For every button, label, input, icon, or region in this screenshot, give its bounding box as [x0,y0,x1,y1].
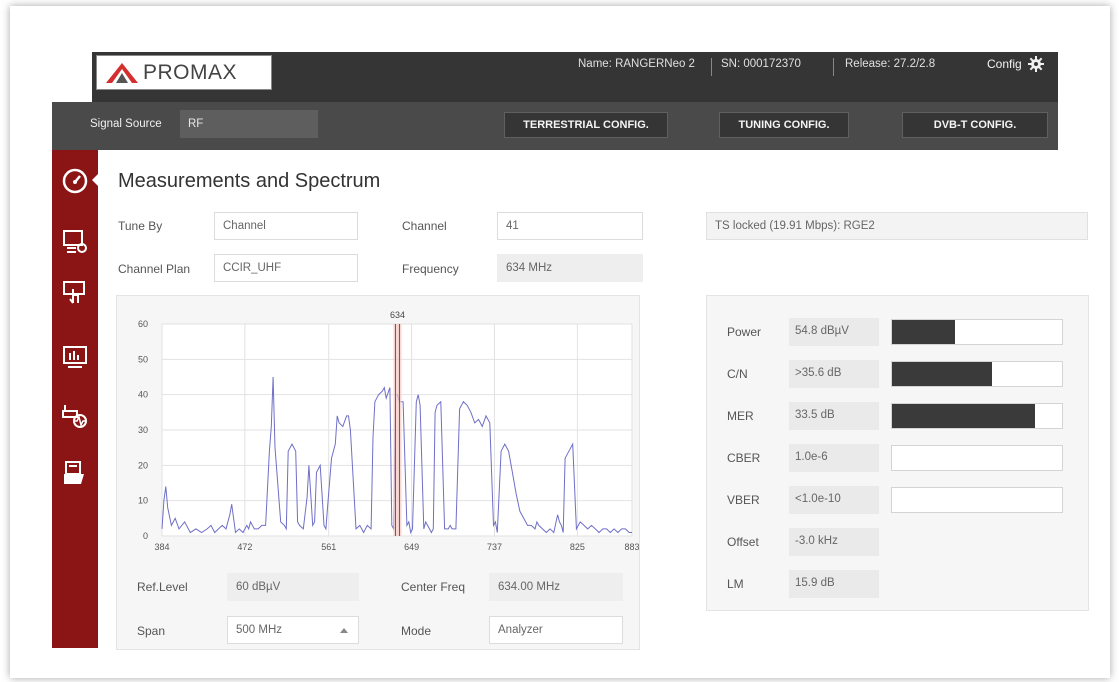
measurement-level-bar [891,403,1063,429]
signal-source-select[interactable]: RF [180,110,318,138]
config-button[interactable]: Config [987,56,1044,72]
x-tick-label: 649 [404,542,419,552]
span-value: 500 MHz [236,624,283,636]
span-select[interactable]: 500 MHz [227,616,359,644]
y-tick-label: 30 [138,425,148,435]
dvbt-config-button[interactable]: DVB-T CONFIG. [902,112,1048,138]
ts-status: TS locked (19.91 Mbps): RGE2 [706,212,1088,240]
promax-logo: PROMAX [96,55,272,90]
measurement-label: MER [727,409,754,423]
y-tick-label: 40 [138,390,148,400]
gauge-icon [62,168,88,194]
signal-wave-icon [62,405,87,428]
x-tick-label: 472 [237,542,252,552]
x-tick-label: 561 [321,542,336,552]
monitor-chart-icon [63,346,87,368]
settings-screen-icon [63,230,87,253]
sidebar-item-files[interactable] [52,456,98,490]
y-tick-label: 0 [143,531,148,541]
center-freq-label: Center Freq [401,580,466,594]
channel-input[interactable]: 41 [497,212,643,240]
promax-logo-icon [106,62,138,83]
measurement-label: LM [727,577,744,591]
measurement-label: VBER [727,493,760,507]
channel-plan-select[interactable]: CCIR_UHF [214,254,358,282]
measurement-value: <1.0e-10 [789,486,879,514]
folder-icon [64,461,84,484]
brand-name: PROMAX [143,60,238,84]
spectrum-panel: 0 10 20 30 40 50 60 384 472 561 649 737 825 883 634 Re… [116,295,640,650]
signal-source-label: Signal Source [90,118,162,130]
tune-by-label: Tune By [118,219,163,233]
span-label: Span [137,624,166,638]
measurement-value: 1.0e-6 [789,444,879,472]
x-tick-label: 384 [154,542,169,552]
gear-icon [1027,56,1044,72]
measurement-level-bar [891,445,1063,471]
config-label: Config [987,57,1022,71]
spectrum-chart[interactable]: 0 10 20 30 40 50 60 384 472 561 649 737 825 883 634 [117,296,641,566]
measurement-value: 33.5 dB [789,402,879,430]
measurement-value: -3.0 kHz [789,528,879,556]
marker-label: 634 [390,310,405,320]
measurement-label: Offset [727,535,759,549]
frequency-label: Frequency [402,262,459,276]
measurement-label: CBER [727,451,761,465]
y-tick-label: 50 [138,354,148,364]
measurement-level-bar [891,319,1063,345]
measurement-value: 15.9 dB [789,570,879,598]
channel-label: Channel [402,219,447,233]
release-version: Release: 27.2/2.8 [845,58,936,70]
top-bar: PROMAX Name: RANGERNeo 2 SN: 000172370 R… [92,52,1058,102]
page-title: Measurements and Spectrum [118,170,381,192]
terrestrial-config-button[interactable]: TERRESTRIAL CONFIG. [504,112,668,138]
x-tick-label: 737 [487,542,502,552]
sidebar-item-monitor[interactable] [52,340,98,374]
signal-source-bar: Signal Source RF TERRESTRIAL CONFIG. TUN… [52,102,1058,150]
sidebar-item-signal[interactable] [52,398,98,432]
measurement-level-fill [892,362,993,386]
measurement-level-fill [892,404,1035,428]
measurement-value: 54.8 dBµV [789,318,879,346]
tune-by-select[interactable]: Channel [214,212,358,240]
measurement-level-bar [891,361,1063,387]
y-tick-label: 60 [138,319,148,329]
active-indicator-arrow [92,172,100,188]
divider [711,58,712,76]
x-tick-label: 883 [624,542,639,552]
measurement-level-bar [891,487,1063,513]
measurements-panel: Power 54.8 dBµV C/N >35.6 dB MER 33.5 dB CBER 1… [706,295,1089,611]
channel-plan-label: Channel Plan [118,262,191,276]
sidebar [52,150,98,648]
frequency-value: 634 MHz [497,254,643,282]
hand-touch-icon [63,281,85,304]
device-name: Name: RANGERNeo 2 [578,58,695,70]
sidebar-item-touch[interactable] [52,276,98,310]
divider [833,58,834,76]
serial-number: SN: 000172370 [721,58,801,70]
mode-label: Mode [401,624,432,638]
center-freq-value[interactable]: 634.00 MHz [489,573,623,601]
measurement-value: >35.6 dB [789,360,879,388]
channel-marker-band [393,324,402,536]
x-tick-label: 825 [570,542,585,552]
mode-select[interactable]: Analyzer [489,616,623,644]
measurement-label: Power [727,325,762,339]
sidebar-item-settings[interactable] [52,224,98,258]
measurement-label: C/N [727,367,748,381]
measurement-level-fill [892,320,955,344]
ref-level-value[interactable]: 60 dBµV [227,573,359,601]
caret-up-icon [340,628,348,633]
y-tick-label: 10 [138,496,148,506]
tuning-config-button[interactable]: TUNING CONFIG. [719,112,849,138]
y-tick-label: 20 [138,460,148,470]
ref-level-label: Ref.Level [137,580,188,594]
